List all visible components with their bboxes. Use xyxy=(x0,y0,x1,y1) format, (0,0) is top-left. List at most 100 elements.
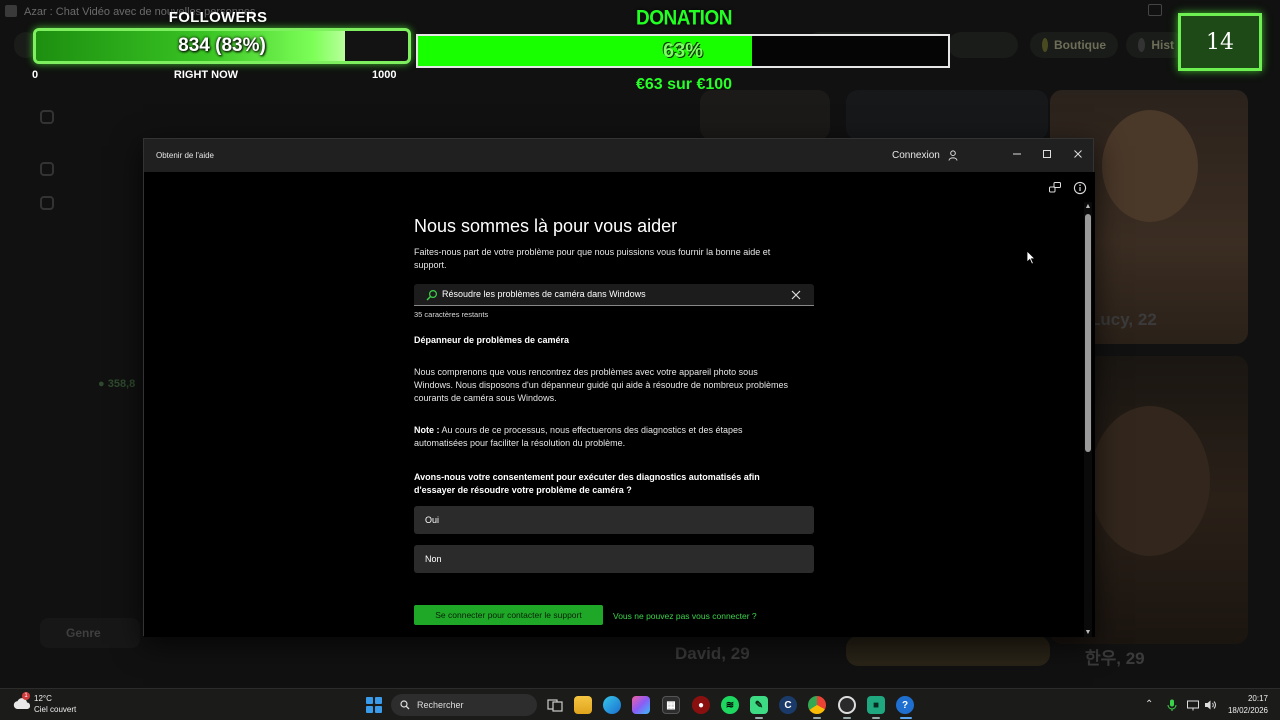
record-app-icon[interactable]: ● xyxy=(692,696,710,714)
shop-button[interactable]: Boutique xyxy=(1030,32,1118,58)
option-yes-label: Oui xyxy=(425,515,440,525)
search-icon xyxy=(426,289,438,301)
active-app-indicator xyxy=(813,717,821,719)
tray-overflow-chevron-icon[interactable]: ⌃ xyxy=(1145,699,1153,710)
feedback-icon[interactable] xyxy=(1048,181,1062,195)
clear-search-icon[interactable] xyxy=(788,287,804,303)
shop-icon xyxy=(1042,38,1048,52)
connect-support-label: Se connecter pour contacter le support xyxy=(435,610,582,620)
donation-progress-bar: 63% xyxy=(416,34,950,68)
copilot-icon[interactable] xyxy=(632,696,650,714)
windows-logo-icon xyxy=(366,697,373,704)
option-no-label: Non xyxy=(425,554,442,564)
minimize-button[interactable] xyxy=(1007,144,1027,164)
profile-name: David, 29 xyxy=(675,644,750,663)
edge-icon[interactable] xyxy=(603,696,621,714)
clock-date: 18/02/2026 xyxy=(1227,706,1268,715)
person-icon xyxy=(948,150,958,161)
get-help-icon[interactable]: ? xyxy=(896,696,914,714)
clock-time: 20:17 xyxy=(1247,694,1268,703)
active-app-indicator xyxy=(900,717,912,719)
chat-app-icon[interactable]: ✎ xyxy=(750,696,768,714)
mouse-cursor-icon xyxy=(1026,250,1036,265)
sidebar-icon[interactable] xyxy=(40,162,54,176)
active-app-indicator xyxy=(843,717,851,719)
person-silhouette xyxy=(1102,110,1198,222)
search-field[interactable]: Résoudre les problèmes de caméra dans Wi… xyxy=(414,284,814,306)
window-titlebar[interactable]: Obtenir de l'aide Connexion xyxy=(144,139,1093,172)
note-label: Note : xyxy=(414,425,440,435)
windows-logo-icon xyxy=(366,706,373,713)
weather-notification-badge: 1 xyxy=(22,692,30,700)
taskbar-search-placeholder: Rechercher xyxy=(417,700,464,710)
ccleaner-icon[interactable]: C xyxy=(779,696,797,714)
profile-name: Lucy, 22 xyxy=(1090,310,1157,329)
connect-support-button[interactable]: Se connecter pour contacter le support xyxy=(414,605,603,625)
scroll-down-arrow-icon[interactable]: ▼ xyxy=(1084,628,1092,637)
video-thumbnail xyxy=(700,90,830,140)
maximize-icon xyxy=(1043,150,1051,158)
signin-label: Connexion xyxy=(892,150,940,161)
section-title: Dépanneur de problèmes de caméra xyxy=(414,335,570,345)
history-button[interactable]: Hist xyxy=(1126,32,1186,58)
scroll-up-arrow-icon[interactable]: ▲ xyxy=(1084,202,1092,211)
spotify-icon[interactable]: ≋ xyxy=(721,696,739,714)
followers-progress-text: 834 (83%) xyxy=(178,35,266,56)
note-text: Au cours de ce processus, nous effectuer… xyxy=(414,425,743,448)
task-view-icon[interactable] xyxy=(546,696,564,714)
volume-icon[interactable] xyxy=(1203,698,1217,712)
gender-filter-label: Genre xyxy=(66,626,101,640)
close-icon xyxy=(1074,150,1082,158)
taskbar-search[interactable]: Rechercher xyxy=(391,694,537,716)
network-icon[interactable] xyxy=(1186,698,1200,712)
history-icon xyxy=(1138,38,1146,52)
description-paragraph: Nous comprenons que vous rencontrez des … xyxy=(414,367,788,403)
donation-amount: €63 sur €100 xyxy=(635,76,733,93)
search-input[interactable]: Résoudre les problèmes de caméra dans Wi… xyxy=(442,289,646,299)
donation-progress-text: 63% xyxy=(662,39,704,62)
microphone-icon[interactable] xyxy=(1165,698,1179,712)
video-thumbnail xyxy=(846,90,1048,140)
gender-filter-button[interactable]: Genre xyxy=(40,618,140,648)
intro-text: Faites-nous part de votre problème pour … xyxy=(414,247,771,270)
sidebar-icon[interactable] xyxy=(40,196,54,210)
info-icon[interactable] xyxy=(1073,181,1087,195)
sidebar-icon[interactable] xyxy=(40,110,54,124)
background-pill xyxy=(948,32,1018,58)
page-heading: Nous sommes là pour vous aider xyxy=(414,216,678,236)
donation-title: DONATION xyxy=(636,6,732,31)
game-app-icon[interactable]: ■ xyxy=(867,696,885,714)
option-yes-button[interactable]: Oui xyxy=(414,506,814,534)
get-help-window: Obtenir de l'aide Connexion ▲ ▼ Nous som… xyxy=(143,138,1095,637)
profile-name: 한우, 29 xyxy=(1085,649,1145,668)
scrollbar-thumb[interactable] xyxy=(1085,214,1091,452)
followers-min-label: 0 xyxy=(32,69,39,81)
search-icon xyxy=(400,700,410,710)
start-button[interactable] xyxy=(366,697,382,713)
signin-button[interactable]: Connexion xyxy=(892,150,958,161)
maximize-button[interactable] xyxy=(1037,144,1057,164)
note-paragraph: Note : Au cours de ce processus, nous ef… xyxy=(414,424,794,450)
video-thumbnail xyxy=(846,636,1050,666)
weather-temperature: 12°C xyxy=(34,694,52,703)
history-label: Hist xyxy=(1151,38,1174,52)
shop-label: Boutique xyxy=(1054,38,1106,52)
followers-max-label: 1000 xyxy=(372,69,397,81)
microsoft-store-icon[interactable]: ▦ xyxy=(662,696,680,714)
chrome-icon[interactable] xyxy=(808,696,826,714)
snap-icon[interactable] xyxy=(1148,4,1162,16)
windows-logo-icon xyxy=(375,706,382,713)
online-count-value: 358,8 xyxy=(107,378,136,390)
cant-connect-link[interactable]: Vous ne pouvez pas vous connecter ? xyxy=(613,611,757,621)
option-no-button[interactable]: Non xyxy=(414,545,814,573)
window-content: ▲ ▼ Nous sommes là pour vous aider Faite… xyxy=(144,172,1095,637)
scrollbar[interactable]: ▲ ▼ xyxy=(1084,202,1092,637)
obs-icon[interactable] xyxy=(838,696,856,714)
close-button[interactable] xyxy=(1068,144,1088,164)
file-explorer-icon[interactable] xyxy=(574,696,592,714)
windows-logo-icon xyxy=(375,697,382,704)
active-app-indicator xyxy=(755,717,763,719)
followers-center-label: RIGHT NOW xyxy=(173,69,239,81)
minimize-icon xyxy=(1013,153,1021,155)
followers-title: FOLLOWERS xyxy=(168,9,268,26)
